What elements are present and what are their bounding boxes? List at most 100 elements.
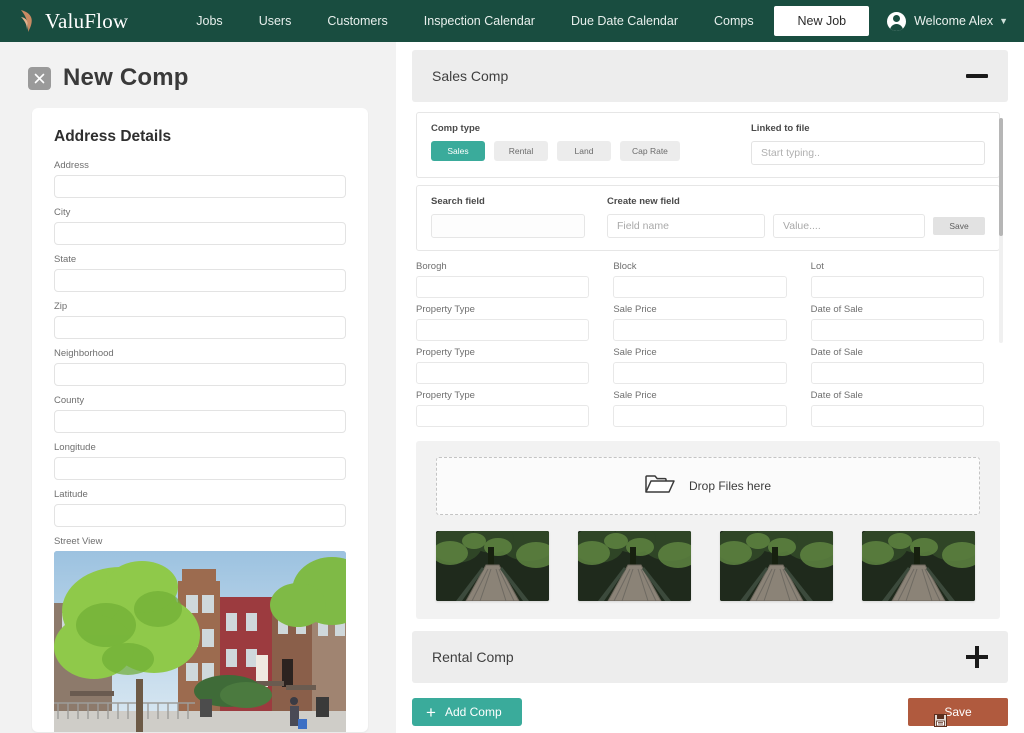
field-city: City <box>54 207 346 245</box>
comp-fields-grid: Borogh Block Lot Property Type Sale Pric… <box>416 261 1000 427</box>
property-type-input-1[interactable] <box>416 319 589 341</box>
comp-type-cap-rate[interactable]: Cap Rate <box>620 141 680 161</box>
borogh-input[interactable] <box>416 276 589 298</box>
field-label-neighborhood: Neighborhood <box>54 348 346 359</box>
address-details-heading: Address Details <box>54 128 346 146</box>
date-of-sale-input-1[interactable] <box>811 319 984 341</box>
action-bar: + Add Comp Save <box>412 698 1008 726</box>
field-state: State <box>54 254 346 292</box>
linked-to-file-label: Linked to file <box>751 123 985 134</box>
field-name-input[interactable] <box>607 214 765 238</box>
comp-type-group: Comp type Sales Rental Land Cap Rate <box>431 123 751 165</box>
comp-type-rental[interactable]: Rental <box>494 141 548 161</box>
save-label: Save <box>944 705 971 719</box>
address-details-card: Address Details Address City State Zip N… <box>32 108 368 732</box>
street-view-label: Street View <box>54 536 346 547</box>
thumbnail-item[interactable] <box>436 531 549 601</box>
longitude-input[interactable] <box>54 457 346 480</box>
nav-link-jobs[interactable]: Jobs <box>196 10 222 32</box>
block-input[interactable] <box>613 276 786 298</box>
open-folder-icon <box>645 473 675 500</box>
state-input[interactable] <box>54 269 346 292</box>
grid-label-sale-price-3: Sale Price <box>613 390 786 401</box>
street-view-image <box>54 551 346 732</box>
field-label-county: County <box>54 395 346 406</box>
property-type-input-3[interactable] <box>416 405 589 427</box>
search-field-input[interactable] <box>431 214 585 238</box>
field-label-latitude: Latitude <box>54 489 346 500</box>
create-field-inputs: Save <box>607 214 985 238</box>
brand-name: ValuFlow <box>45 9 128 34</box>
comp-type-label: Comp type <box>431 123 751 134</box>
new-job-button[interactable]: New Job <box>774 6 869 36</box>
save-button[interactable]: Save <box>908 698 1008 726</box>
grid-label-block: Block <box>613 261 786 272</box>
city-input[interactable] <box>54 222 346 245</box>
property-type-input-2[interactable] <box>416 362 589 384</box>
nav-right-group: New Job Welcome Alex ▼ <box>774 0 1008 42</box>
save-field-button[interactable]: Save <box>933 217 985 235</box>
close-x-icon[interactable] <box>28 67 51 90</box>
zip-input[interactable] <box>54 316 346 339</box>
nav-link-due-date-calendar[interactable]: Due Date Calendar <box>571 10 678 32</box>
comp-type-sales[interactable]: Sales <box>431 141 485 161</box>
create-new-field-label: Create new field <box>607 196 985 207</box>
minus-icon[interactable] <box>966 74 988 78</box>
form-scrollbar[interactable] <box>999 118 1003 343</box>
field-address: Address <box>54 160 346 198</box>
date-of-sale-input-3[interactable] <box>811 405 984 427</box>
county-input[interactable] <box>54 410 346 433</box>
grid-label-sale-price-2: Sale Price <box>613 347 786 358</box>
field-label-zip: Zip <box>54 301 346 312</box>
nav-link-inspection-calendar[interactable]: Inspection Calendar <box>424 10 535 32</box>
grid-label-property-type-2: Property Type <box>416 347 589 358</box>
thumbnail-item[interactable] <box>720 531 833 601</box>
search-create-card: Search field Create new field Save <box>416 185 1000 251</box>
drop-zone-content: Drop Files here <box>645 473 771 500</box>
address-input[interactable] <box>54 175 346 198</box>
grid-label-date-of-sale-1: Date of Sale <box>811 304 984 315</box>
grid-field-sale-price-2: Sale Price <box>613 347 786 384</box>
field-neighborhood: Neighborhood <box>54 348 346 386</box>
search-field-label: Search field <box>431 196 585 207</box>
nav-link-users[interactable]: Users <box>259 10 292 32</box>
sale-price-input-3[interactable] <box>613 405 786 427</box>
field-latitude: Latitude <box>54 489 346 527</box>
linked-to-file-input[interactable] <box>751 141 985 165</box>
user-menu[interactable]: Welcome Alex ▼ <box>887 12 1008 31</box>
nav-links: Jobs Users Customers Inspection Calendar… <box>196 10 753 32</box>
sales-comp-title: Sales Comp <box>432 68 508 84</box>
sale-price-input-2[interactable] <box>613 362 786 384</box>
lot-input[interactable] <box>811 276 984 298</box>
latitude-input[interactable] <box>54 504 346 527</box>
rental-comp-header[interactable]: Rental Comp <box>412 631 1008 683</box>
plus-icon: + <box>426 704 436 721</box>
thumbnail-item[interactable] <box>578 531 691 601</box>
date-of-sale-input-2[interactable] <box>811 362 984 384</box>
grid-field-property-type-1: Property Type <box>416 304 589 341</box>
nav-link-comps[interactable]: Comps <box>714 10 754 32</box>
neighborhood-input[interactable] <box>54 363 346 386</box>
page-title: New Comp <box>63 64 189 92</box>
grid-field-property-type-2: Property Type <box>416 347 589 384</box>
grid-field-property-type-3: Property Type <box>416 390 589 427</box>
field-value-input[interactable] <box>773 214 925 238</box>
sale-price-input-1[interactable] <box>613 319 786 341</box>
grid-field-block: Block <box>613 261 786 298</box>
plus-icon[interactable] <box>966 646 988 668</box>
comp-type-land[interactable]: Land <box>557 141 611 161</box>
grid-field-sale-price-1: Sale Price <box>613 304 786 341</box>
thumbnail-item[interactable] <box>862 531 975 601</box>
sales-comp-header[interactable]: Sales Comp <box>412 50 1008 102</box>
file-upload-card: Drop Files here <box>416 441 1000 619</box>
field-longitude: Longitude <box>54 442 346 480</box>
nav-link-customers[interactable]: Customers <box>327 10 387 32</box>
floppy-disk-icon <box>934 714 947 730</box>
grid-label-property-type-1: Property Type <box>416 304 589 315</box>
brand-logo[interactable]: ValuFlow <box>18 8 128 34</box>
grid-label-date-of-sale-3: Date of Sale <box>811 390 984 401</box>
form-scrollbar-thumb[interactable] <box>999 118 1003 236</box>
drop-files-zone[interactable]: Drop Files here <box>436 457 980 515</box>
add-comp-button[interactable]: + Add Comp <box>412 698 522 726</box>
grid-label-property-type-3: Property Type <box>416 390 589 401</box>
